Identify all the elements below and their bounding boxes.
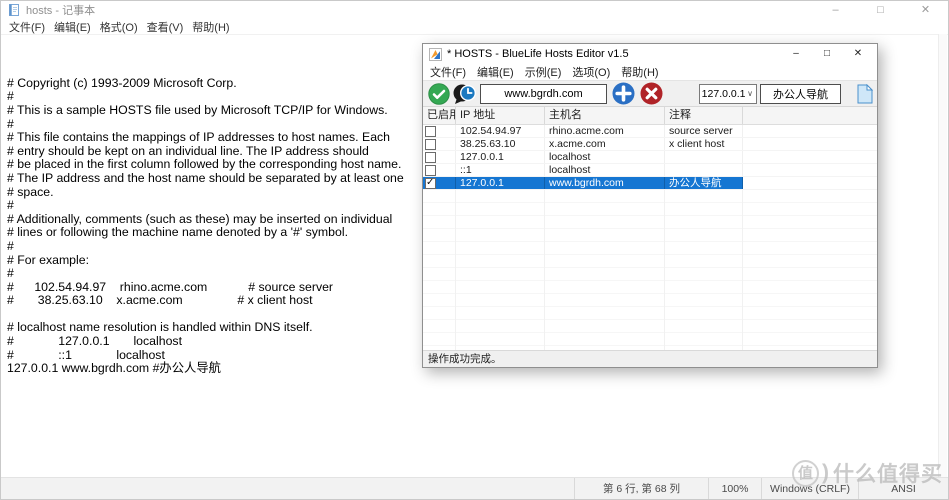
row-hostname-cell: localhost	[545, 164, 665, 176]
row-enabled-cell	[423, 164, 456, 176]
notepad-app-icon	[8, 3, 20, 17]
notepad-menu-item[interactable]: 编辑(E)	[54, 19, 91, 35]
notepad-close-button[interactable]: ✕	[903, 1, 948, 19]
statusbar-zoom-level: 100%	[708, 478, 761, 499]
row-blank-cell	[743, 125, 877, 137]
row-enabled-checkbox[interactable]	[425, 126, 436, 137]
hosts-editor-menu-item[interactable]: 编辑(E)	[477, 64, 514, 80]
statusbar-line-col: 第 6 行, 第 68 列	[574, 478, 708, 499]
statusbar-spacer	[1, 478, 574, 499]
watermark-logo: 值	[792, 460, 819, 487]
notepad-menubar: 文件(F) 编辑(E) 格式(O) 查看(V) 帮助(H)	[1, 19, 948, 35]
chevron-down-icon: ∨	[747, 89, 753, 98]
hosts-editor-titlebar: * HOSTS - BlueLife Hosts Editor v1.5 – □…	[423, 44, 877, 64]
row-ip-cell: 38.25.63.10	[456, 138, 545, 150]
hosts-editor-close-button[interactable]: ✕	[845, 44, 871, 64]
hosts-editor-minimize-button[interactable]: –	[783, 44, 809, 64]
row-hostname-cell: localhost	[545, 151, 665, 163]
column-header-ip[interactable]: IP 地址	[456, 107, 545, 124]
history-clock-icon[interactable]	[453, 83, 477, 105]
column-header-comment[interactable]: 注释	[665, 107, 743, 124]
hosts-table-header: 已启用 IP 地址 主机名 注释	[423, 107, 877, 125]
row-enabled-checkbox[interactable]	[425, 165, 436, 176]
column-header-blank	[743, 107, 877, 124]
hosts-table-row[interactable]: ::1 localhost	[423, 164, 877, 177]
delete-entry-icon[interactable]	[640, 82, 663, 105]
watermark: 值)什么值得买	[792, 458, 943, 488]
row-blank-cell	[743, 138, 877, 150]
ip-address-selected-value: 127.0.0.1	[700, 88, 747, 100]
ip-address-select[interactable]: 127.0.0.1 ∨	[699, 84, 757, 104]
notepad-scrollbar[interactable]	[938, 34, 947, 477]
notepad-maximize-button[interactable]: □	[858, 1, 903, 19]
bluelife-app-icon	[429, 48, 442, 61]
row-enabled-checkbox[interactable]	[425, 139, 436, 150]
hosts-editor-menu-item[interactable]: 示例(E)	[525, 64, 562, 80]
watermark-paren: )	[822, 461, 830, 485]
row-hostname-cell: rhino.acme.com	[545, 125, 665, 137]
comment-input[interactable]	[760, 84, 841, 104]
column-header-hostname[interactable]: 主机名	[545, 107, 665, 124]
hosts-table-row[interactable]: 127.0.0.1 localhost	[423, 151, 877, 164]
row-ip-cell: ::1	[456, 164, 545, 176]
row-blank-cell	[743, 151, 877, 163]
row-blank-cell	[743, 164, 877, 176]
row-hostname-cell: x.acme.com	[545, 138, 665, 150]
hosts-table-rows: 102.54.94.97 rhino.acme.com source serve…	[423, 125, 877, 190]
hosts-editor-window: * HOSTS - BlueLife Hosts Editor v1.5 – □…	[422, 43, 878, 368]
hosts-editor-menu-item[interactable]: 文件(F)	[430, 64, 466, 80]
row-comment-cell	[665, 151, 743, 163]
hosts-table-empty-area	[423, 190, 877, 350]
host-name-input[interactable]	[480, 84, 607, 104]
hosts-table-row[interactable]: 102.54.94.97 rhino.acme.com source serve…	[423, 125, 877, 138]
row-comment-cell: 办公人导航	[665, 177, 743, 189]
notepad-menu-item[interactable]: 帮助(H)	[192, 19, 229, 35]
notepad-menu-item[interactable]: 文件(F)	[9, 19, 45, 35]
row-enabled-cell	[423, 151, 456, 163]
hosts-editor-menu-item[interactable]: 帮助(H)	[621, 64, 658, 80]
notepad-menu-item[interactable]: 格式(O)	[100, 19, 138, 35]
row-enabled-cell	[423, 138, 456, 150]
hosts-editor-menubar: 文件(F) 编辑(E) 示例(E) 选项(O) 帮助(H)	[423, 64, 877, 80]
row-ip-cell: 127.0.0.1	[456, 177, 545, 189]
notepad-window-controls: – □ ✕	[813, 1, 948, 19]
hosts-editor-statusbar: 操作成功完成。	[423, 350, 877, 367]
open-hosts-file-icon[interactable]	[857, 84, 873, 104]
row-comment-cell: source server	[665, 125, 743, 137]
notepad-titlebar: hosts - 记事本 – □ ✕	[1, 1, 948, 19]
row-blank-cell	[743, 177, 877, 189]
hosts-table: 已启用 IP 地址 主机名 注释 102.54.94.97 rhino.acme…	[423, 107, 877, 350]
row-hostname-cell: www.bgrdh.com	[545, 177, 665, 189]
row-enabled-checkbox[interactable]	[425, 152, 436, 163]
watermark-text: 什么值得买	[833, 458, 943, 488]
column-header-enabled[interactable]: 已启用	[423, 107, 456, 124]
add-entry-icon[interactable]	[612, 82, 635, 105]
hosts-editor-toolbar: 127.0.0.1 ∨	[423, 80, 877, 107]
row-enabled-cell	[423, 125, 456, 137]
row-comment-cell	[665, 164, 743, 176]
hosts-table-row[interactable]: 38.25.63.10 x.acme.com x client host	[423, 138, 877, 151]
hosts-editor-menu-item[interactable]: 选项(O)	[572, 64, 610, 80]
hosts-editor-window-title: * HOSTS - BlueLife Hosts Editor v1.5	[447, 48, 629, 60]
hosts-table-row[interactable]: 127.0.0.1 www.bgrdh.com 办公人导航	[423, 177, 877, 190]
hosts-editor-window-controls: – □ ✕	[783, 44, 871, 64]
row-comment-cell: x client host	[665, 138, 743, 150]
notepad-minimize-button[interactable]: –	[813, 1, 858, 19]
hosts-editor-maximize-button[interactable]: □	[814, 44, 840, 64]
row-ip-cell: 102.54.94.97	[456, 125, 545, 137]
row-enabled-cell	[423, 177, 456, 189]
notepad-window-title: hosts - 记事本	[26, 2, 95, 18]
notepad-menu-item[interactable]: 查看(V)	[147, 19, 184, 35]
apply-check-icon[interactable]	[428, 83, 450, 105]
row-enabled-checkbox[interactable]	[425, 178, 436, 189]
row-ip-cell: 127.0.0.1	[456, 151, 545, 163]
